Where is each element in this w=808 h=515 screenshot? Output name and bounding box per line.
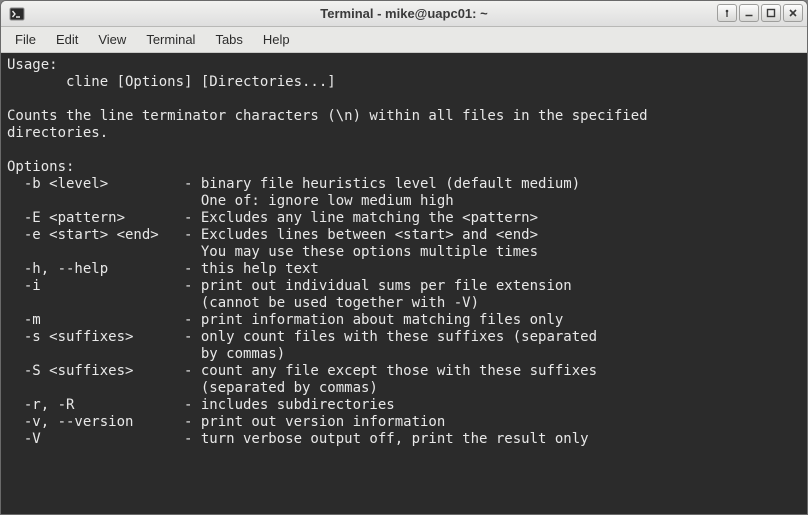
menu-edit[interactable]: Edit	[46, 29, 88, 50]
minimize-button[interactable]	[739, 4, 759, 22]
maximize-button[interactable]	[761, 4, 781, 22]
window-title: Terminal - mike@uapc01: ~	[1, 6, 807, 21]
window-controls	[717, 4, 803, 22]
terminal-output[interactable]: Usage: cline [Options] [Directories...] …	[1, 53, 807, 514]
menu-view[interactable]: View	[88, 29, 136, 50]
menu-terminal[interactable]: Terminal	[136, 29, 205, 50]
menubar: File Edit View Terminal Tabs Help	[1, 27, 807, 53]
menu-file[interactable]: File	[5, 29, 46, 50]
terminal-window: Terminal - mike@uapc01: ~ File Edit View…	[0, 0, 808, 515]
titlebar[interactable]: Terminal - mike@uapc01: ~	[1, 1, 807, 27]
close-button[interactable]	[783, 4, 803, 22]
menu-help[interactable]: Help	[253, 29, 300, 50]
menu-tabs[interactable]: Tabs	[205, 29, 252, 50]
always-on-top-button[interactable]	[717, 4, 737, 22]
terminal-app-icon	[9, 6, 25, 22]
